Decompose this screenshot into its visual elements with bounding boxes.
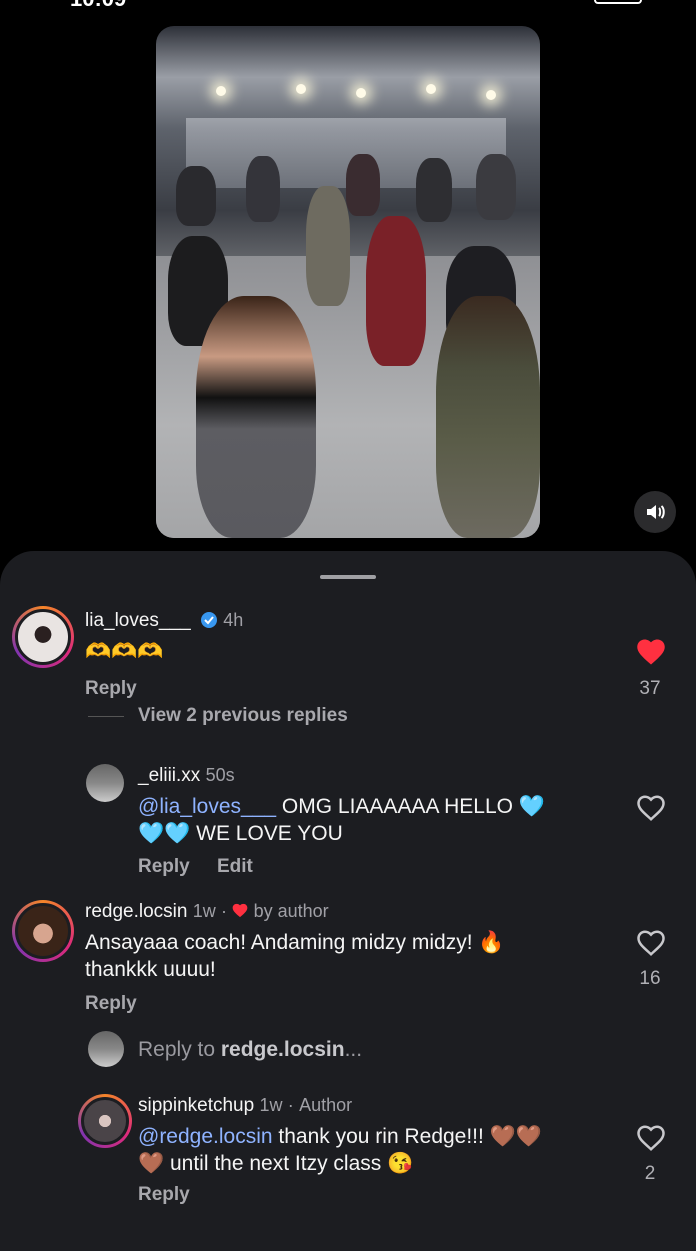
- ceiling-light: [426, 84, 436, 94]
- reply-button[interactable]: Reply: [85, 993, 137, 1015]
- sound-toggle-button[interactable]: [634, 491, 676, 533]
- my-avatar: [88, 1031, 124, 1067]
- reply-text: @lia_loves___ OMG LIAAAAAA HELLO 🩵 🩵🩵 WE…: [138, 793, 545, 847]
- comment-header: redge.locsin 1w · by author: [85, 901, 329, 923]
- reply-header: sippinketchup 1w · Author: [138, 1095, 352, 1117]
- reply-button[interactable]: Reply: [85, 678, 137, 700]
- like-count: 2: [644, 1163, 656, 1184]
- like-count: 37: [639, 678, 661, 699]
- avatar-sippinketchup[interactable]: [78, 1094, 132, 1148]
- mention-link[interactable]: @lia_loves___: [138, 795, 276, 818]
- comment-text: Ansayaaa coach! Andaming midzy midzy! 🔥 …: [85, 929, 505, 983]
- avatar-lia-loves[interactable]: [12, 606, 74, 668]
- comment-time: 4h: [223, 610, 244, 630]
- battery-icon: [594, 0, 642, 4]
- avatar-redge-locsin[interactable]: [12, 900, 74, 962]
- dancer: [346, 154, 380, 216]
- author-liked-heart-icon: [232, 903, 248, 918]
- comment-text: 🫶🫶🫶: [85, 640, 164, 663]
- reply-to-input[interactable]: Reply to redge.locsin...: [138, 1036, 362, 1063]
- reel-video[interactable]: [156, 26, 540, 538]
- reply-prompt-prefix: Reply to: [138, 1038, 221, 1061]
- ceiling-light: [356, 88, 366, 98]
- ceiling-light: [486, 90, 496, 100]
- reply-button[interactable]: Reply: [138, 1184, 190, 1206]
- view-previous-replies[interactable]: View 2 previous replies: [88, 705, 348, 727]
- edit-button[interactable]: Edit: [217, 856, 253, 878]
- dancer: [176, 166, 216, 226]
- comment-text-line1: Ansayaaa coach! Andaming midzy midzy! 🔥: [85, 931, 505, 954]
- dancer-foreground: [436, 296, 540, 538]
- comment-header: lia_loves___ 4h: [85, 610, 243, 632]
- like-heart-icon[interactable]: [636, 794, 666, 822]
- dancer: [416, 158, 452, 222]
- separator: ·: [287, 1095, 294, 1115]
- reply-text-line2: 🩵🩵 WE LOVE YOU: [138, 822, 343, 845]
- reply-text: @redge.locsin thank you rin Redge!!! 🤎🤎 …: [138, 1123, 542, 1177]
- reply-header: _eliii.xx 50s: [138, 765, 235, 787]
- thread-line: [88, 715, 124, 717]
- reply-text-line2: 🤎 until the next Itzy class 😘: [138, 1152, 414, 1175]
- by-author-label: by author: [253, 901, 329, 921]
- ceiling-light: [296, 84, 306, 94]
- drag-handle[interactable]: [320, 575, 376, 579]
- reply-time: 1w: [259, 1095, 283, 1115]
- reply-button[interactable]: Reply: [138, 856, 190, 878]
- reply-prompt-suffix: ...: [344, 1038, 363, 1061]
- status-time: 10:09: [70, 0, 126, 12]
- reply-prompt-target: redge.locsin: [220, 1038, 345, 1061]
- separator: ·: [221, 901, 228, 921]
- dancer: [246, 156, 280, 222]
- reply-username[interactable]: _eliii.xx: [138, 765, 200, 786]
- comment-text-line2: thankkk uuuu!: [85, 958, 216, 981]
- verified-badge-icon: [200, 612, 217, 628]
- comment-username[interactable]: redge.locsin: [85, 901, 187, 922]
- speaker-icon: [647, 505, 665, 519]
- reply-username[interactable]: sippinketchup: [138, 1095, 254, 1116]
- dancer-red-top: [366, 216, 426, 366]
- status-bar: 10:09: [0, 0, 696, 12]
- dancer-foreground: [196, 296, 316, 538]
- avatar-eliii[interactable]: [86, 764, 124, 802]
- author-label: Author: [299, 1095, 353, 1115]
- comment-time: 1w: [192, 901, 216, 921]
- like-count: 16: [639, 968, 661, 989]
- dancer: [306, 186, 350, 306]
- dancer: [476, 154, 516, 220]
- view-replies-label[interactable]: View 2 previous replies: [138, 705, 348, 727]
- like-heart-icon[interactable]: [636, 929, 666, 957]
- like-heart-filled-icon[interactable]: [636, 638, 666, 666]
- like-heart-icon[interactable]: [636, 1124, 666, 1152]
- ceiling-light: [216, 86, 226, 96]
- reply-text-line1: thank you rin Redge!!! 🤎🤎: [272, 1125, 542, 1148]
- comment-username[interactable]: lia_loves___: [85, 610, 191, 631]
- reply-time: 50s: [205, 765, 235, 785]
- reply-text-line1: OMG LIAAAAAA HELLO 🩵: [276, 795, 545, 818]
- mention-link[interactable]: @redge.locsin: [138, 1125, 273, 1148]
